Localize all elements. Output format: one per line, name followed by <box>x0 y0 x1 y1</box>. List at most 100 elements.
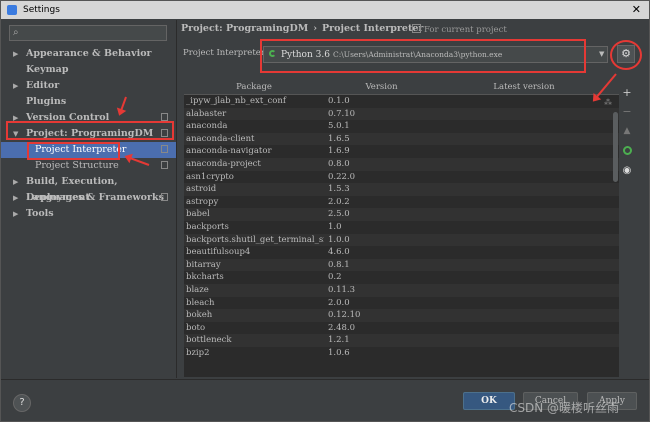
package-version: 0.1.0 <box>328 96 350 106</box>
chevron-down-icon[interactable]: ▼ <box>599 50 604 58</box>
package-name: bokeh <box>186 310 213 321</box>
package-version: 1.5.3 <box>328 184 350 195</box>
package-name: beautifulsoup4 <box>186 247 251 258</box>
package-version: 0.2 <box>328 272 342 283</box>
package-name: boto <box>186 322 206 333</box>
package-name: anaconda-project <box>186 159 261 169</box>
package-name: blaze <box>186 285 209 295</box>
annotation-box-interpreter-select <box>260 39 586 73</box>
table-row[interactable]: boto 2.48.0 <box>184 322 619 335</box>
sidebar-item-label: Keymap <box>26 64 69 75</box>
loading-spinner-icon: ⁂ <box>604 98 612 107</box>
package-version: 1.6.9 <box>328 146 350 157</box>
table-row[interactable]: alabaster 0.7.10 <box>184 107 619 121</box>
sidebar-item-label: Plugins <box>26 96 67 107</box>
column-header-version[interactable]: Version <box>324 80 439 94</box>
close-icon[interactable]: ✕ <box>632 1 641 19</box>
table-row[interactable]: backports 1.0 <box>184 221 619 234</box>
table-row[interactable]: anaconda-project 0.8.0 <box>184 158 619 171</box>
sidebar-item-build[interactable]: ▶ Build, Execution, Deployment <box>1 174 176 203</box>
table-row[interactable]: blaze 0.11.3 <box>184 284 619 297</box>
interpreter-label: Project Interpreter: <box>183 48 268 58</box>
table-scrollbar[interactable] <box>613 112 618 182</box>
project-scope-icon <box>412 24 421 33</box>
table-row[interactable]: bleach 2.0.0 <box>184 297 619 310</box>
table-row[interactable]: bitarray 0.8.1 <box>184 258 619 272</box>
add-package-button[interactable]: + <box>619 85 635 101</box>
table-row[interactable]: babel 2.5.0 <box>184 208 619 221</box>
window-title: Settings <box>23 5 60 15</box>
breadcrumb-separator: › <box>313 23 318 34</box>
sidebar-item-tools[interactable]: ▶ Tools <box>1 206 176 222</box>
package-name: bottleneck <box>186 335 232 346</box>
chevron-right-icon: ▶ <box>13 194 19 202</box>
remove-package-button[interactable]: − <box>619 104 635 120</box>
table-row[interactable]: astroid 1.5.3 <box>184 183 619 196</box>
chevron-right-icon: ▶ <box>13 82 19 90</box>
sidebar-item-label: Editor <box>26 80 60 91</box>
package-version: 1.0.0 <box>328 234 350 245</box>
refresh-button[interactable] <box>619 143 635 159</box>
annotation-box-project <box>6 121 174 140</box>
package-name: anaconda-client <box>186 133 255 144</box>
table-row[interactable]: asn1crypto 0.22.0 <box>184 171 619 184</box>
package-version: 0.8.1 <box>328 259 350 270</box>
ok-button[interactable]: OK <box>463 392 515 410</box>
table-row[interactable]: backports.shutil_get_terminal_si... 1.0.0 <box>184 233 619 247</box>
search-icon: ⌕ <box>13 27 19 38</box>
sidebar-item-languages[interactable]: ▶ Languages & Frameworks <box>1 190 176 206</box>
annotation-box-interpreter-item <box>27 142 120 160</box>
table-row[interactable]: anaconda-navigator 1.6.9 <box>184 145 619 158</box>
table-row[interactable]: bzip2 1.0.6 <box>184 347 619 360</box>
scope-hint: For current project <box>412 24 507 35</box>
sidebar-item-label: Appearance & Behavior <box>26 48 152 59</box>
column-header-package[interactable]: Package <box>184 80 324 94</box>
package-version: 0.8.0 <box>328 159 350 169</box>
project-scope-icon <box>161 145 168 153</box>
table-row[interactable]: bokeh 0.12.10 <box>184 309 619 322</box>
package-name: alabaster <box>186 108 227 119</box>
package-name: backports <box>186 222 229 232</box>
table-header: Package Version Latest version <box>184 80 619 95</box>
package-version: 2.0.0 <box>328 297 350 308</box>
sidebar-item-editor[interactable]: ▶ Editor <box>1 78 176 94</box>
package-version: 1.2.1 <box>328 335 350 346</box>
package-name: bleach <box>186 297 215 308</box>
package-name: anaconda <box>186 121 228 132</box>
table-row[interactable]: bottleneck 1.2.1 <box>184 334 619 347</box>
upgrade-package-button[interactable]: ▲ <box>619 123 635 139</box>
package-version: 5.0.1 <box>328 121 350 132</box>
column-header-latest[interactable]: Latest version <box>439 80 609 94</box>
help-button[interactable]: ? <box>13 394 31 412</box>
settings-sidebar: ⌕ ▶ Appearance & Behavior Keymap ▶ Edito… <box>1 20 177 378</box>
project-scope-icon <box>161 161 168 169</box>
sidebar-item-keymap[interactable]: Keymap <box>1 62 176 78</box>
sidebar-item-label: Tools <box>26 208 54 219</box>
table-row[interactable]: beautifulsoup4 4.6.0 <box>184 246 619 259</box>
table-row[interactable]: _ipyw_jlab_nb_ext_conf 0.1.0 <box>184 95 619 108</box>
package-name: bkcharts <box>186 272 224 283</box>
sidebar-item-plugins[interactable]: Plugins <box>1 94 176 110</box>
package-version: 1.6.5 <box>328 133 350 144</box>
table-row[interactable]: astropy 2.0.2 <box>184 196 619 209</box>
scope-hint-text: For current project <box>424 25 507 35</box>
sidebar-item-project-structure[interactable]: Project Structure <box>1 158 176 174</box>
search-input[interactable]: ⌕ <box>9 25 167 41</box>
table-row[interactable]: anaconda 5.0.1 <box>184 120 619 133</box>
settings-content: Project: ProgramingDM › Project Interprete… <box>177 20 649 378</box>
breadcrumb-project: Project: ProgramingDM <box>181 23 309 34</box>
package-name: asn1crypto <box>186 171 234 182</box>
breadcrumb: Project: ProgramingDM › Project Interprete… <box>181 23 423 34</box>
table-row[interactable]: bkcharts 0.2 <box>184 271 619 284</box>
show-early-releases-button[interactable]: ◉ <box>619 163 635 179</box>
package-version: 0.12.10 <box>328 310 361 321</box>
sidebar-item-appearance[interactable]: ▶ Appearance & Behavior <box>1 46 176 62</box>
annotation-circle-gear <box>610 40 642 70</box>
package-version: 0.11.3 <box>328 285 356 295</box>
package-name: babel <box>186 209 210 220</box>
chevron-right-icon: ▶ <box>13 50 19 58</box>
package-version: 2.5.0 <box>328 209 350 220</box>
package-name: _ipyw_jlab_nb_ext_conf <box>186 96 287 106</box>
table-row[interactable]: anaconda-client 1.6.5 <box>184 132 619 146</box>
package-name: anaconda-navigator <box>186 146 272 157</box>
